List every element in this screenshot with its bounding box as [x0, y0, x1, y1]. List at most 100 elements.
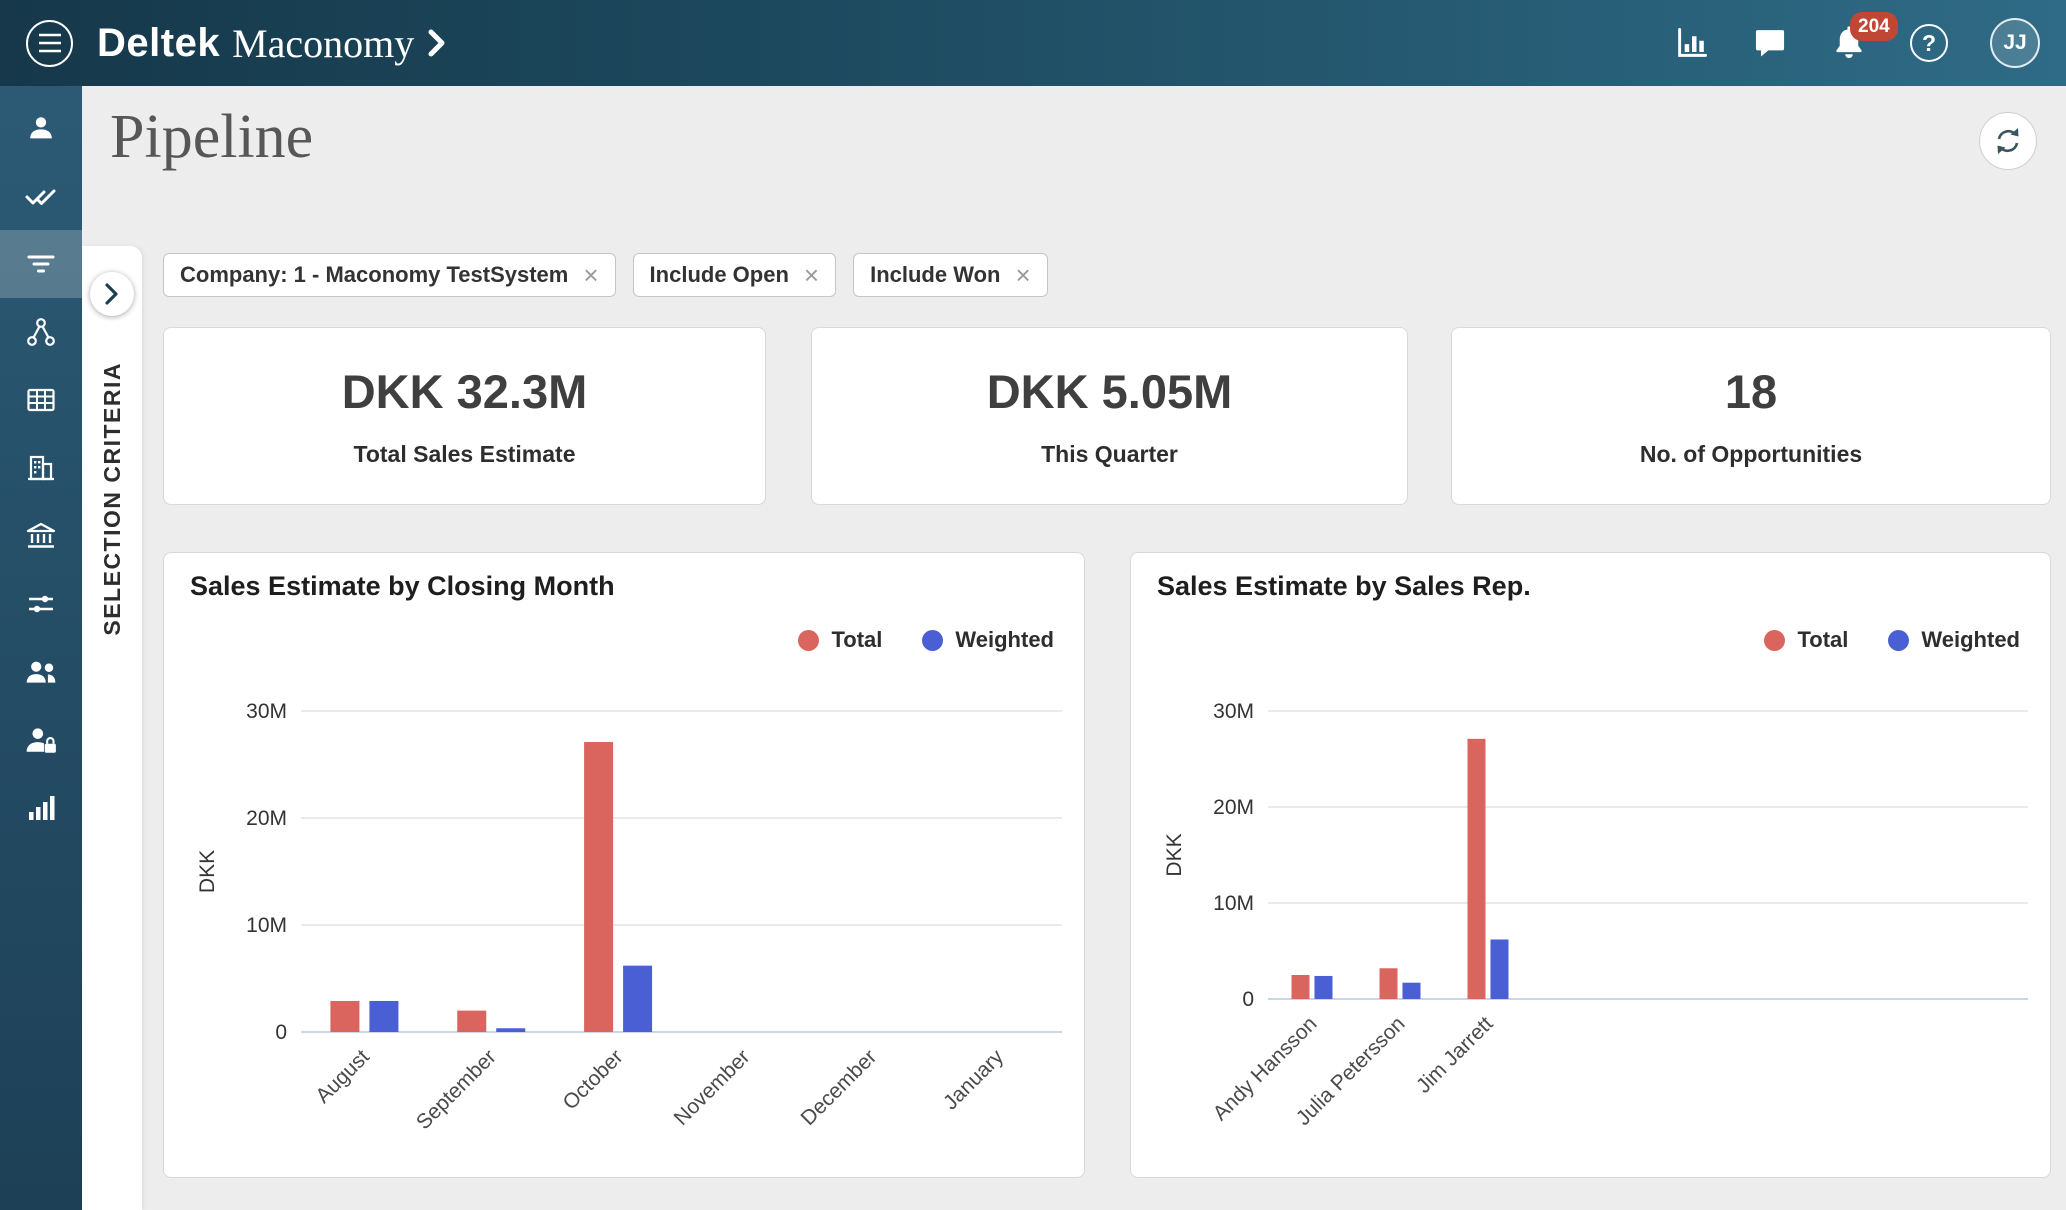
refresh-button[interactable]: [1979, 112, 2037, 170]
chip-close-icon[interactable]: ×: [804, 262, 819, 288]
filter-chip-include-open[interactable]: Include Open ×: [633, 253, 837, 297]
svg-text:January: January: [939, 1045, 1008, 1114]
brand-maconomy: Maconomy: [232, 20, 414, 67]
filter-chip-include-won[interactable]: Include Won ×: [853, 253, 1048, 297]
bar-chart-icon: [25, 792, 57, 824]
legend-label: Total: [831, 627, 882, 653]
svg-text:Jim Jarrett: Jim Jarrett: [1412, 1012, 1498, 1098]
kpi-value: DKK 5.05M: [987, 364, 1233, 419]
main-content: Pipeline SELECTION CRITERIA Company: 1 -…: [82, 86, 2066, 1210]
filter-chip-row: Company: 1 - Maconomy TestSystem × Inclu…: [163, 253, 1048, 297]
svg-text:August: August: [311, 1045, 374, 1108]
chip-close-icon[interactable]: ×: [1015, 262, 1030, 288]
svg-text:0: 0: [275, 1021, 287, 1044]
svg-text:DKK: DKK: [196, 850, 219, 893]
legend-label: Weighted: [955, 627, 1054, 653]
app-sidebar: [0, 86, 82, 1210]
topbar-actions: 204 ? JJ: [1674, 18, 2040, 68]
chart-legend: Total Weighted: [1764, 627, 2020, 653]
chip-close-icon[interactable]: ×: [583, 262, 598, 288]
filter-chip-company[interactable]: Company: 1 - Maconomy TestSystem ×: [163, 253, 616, 297]
sidebar-item-access[interactable]: [0, 706, 82, 774]
sidebar-item-reports[interactable]: [0, 774, 82, 842]
svg-text:10M: 10M: [246, 914, 287, 937]
selection-criteria-label: SELECTION CRITERIA: [99, 362, 126, 636]
legend-dot-total: [1764, 630, 1785, 651]
svg-text:October: October: [559, 1045, 628, 1114]
brand-deltek: Deltek: [97, 21, 220, 66]
kpi-label: No. of Opportunities: [1640, 441, 1862, 468]
sidebar-item-tasks[interactable]: [0, 162, 82, 230]
analytics-icon: [1674, 25, 1710, 61]
building-icon: [25, 452, 57, 484]
filter-chip-label: Include Won: [870, 262, 1000, 288]
legend-dot-weighted: [922, 630, 943, 651]
user-icon: [26, 113, 56, 143]
legend-label: Weighted: [1921, 627, 2020, 653]
closing-month-chart: DKK 0 10M 20M 30M August September October Novem…: [174, 663, 1074, 1169]
svg-text:20M: 20M: [1213, 796, 1254, 819]
hamburger-icon: [37, 32, 63, 54]
kpi-label: This Quarter: [1041, 441, 1178, 468]
svg-text:November: November: [670, 1045, 755, 1130]
chart-title: Sales Estimate by Closing Month: [190, 571, 615, 602]
chart-card-sales-rep: Sales Estimate by Sales Rep. Total Weigh…: [1130, 552, 2051, 1178]
kpi-card-total-sales-estimate: DKK 32.3M Total Sales Estimate: [163, 327, 766, 505]
user-lock-icon: [24, 723, 58, 757]
help-button[interactable]: ?: [1910, 24, 1948, 62]
filter-chip-label: Company: 1 - Maconomy TestSystem: [180, 262, 568, 288]
chat-icon: [1752, 25, 1788, 61]
sidebar-item-user[interactable]: [0, 94, 82, 162]
sidebar-item-table[interactable]: [0, 366, 82, 434]
avatar-initials: JJ: [2003, 31, 2026, 55]
svg-text:30M: 30M: [246, 700, 287, 723]
notifications-button[interactable]: 204: [1830, 24, 1868, 62]
sidebar-item-company[interactable]: [0, 434, 82, 502]
filter-chip-label: Include Open: [650, 262, 789, 288]
legend-dot-total: [798, 630, 819, 651]
brand-chevron-icon: [426, 26, 448, 60]
svg-text:September: September: [412, 1045, 501, 1134]
chart-title: Sales Estimate by Sales Rep.: [1157, 571, 1531, 602]
kpi-value: DKK 32.3M: [342, 364, 588, 419]
hierarchy-icon: [25, 316, 57, 348]
double-check-icon: [25, 180, 57, 212]
svg-text:10M: 10M: [1213, 892, 1254, 915]
refresh-icon: [1992, 125, 2024, 157]
bank-icon: [25, 520, 57, 552]
svg-text:0: 0: [1242, 988, 1254, 1011]
menu-button[interactable]: [26, 20, 73, 67]
sidebar-item-bank[interactable]: [0, 502, 82, 570]
selection-criteria-panel: SELECTION CRITERIA: [82, 246, 142, 1210]
legend-item-weighted[interactable]: Weighted: [922, 627, 1054, 653]
kpi-card-this-quarter: DKK 5.05M This Quarter: [811, 327, 1408, 505]
kpi-value: 18: [1725, 364, 1777, 419]
brand[interactable]: Deltek Maconomy: [97, 20, 448, 67]
svg-text:DKK: DKK: [1163, 833, 1186, 876]
svg-text:30M: 30M: [1213, 700, 1254, 723]
sidebar-item-people[interactable]: [0, 638, 82, 706]
notification-badge: 204: [1850, 12, 1898, 41]
expand-selection-criteria-button[interactable]: [90, 272, 134, 316]
people-icon: [24, 655, 58, 689]
chart-legend: Total Weighted: [798, 627, 1054, 653]
sales-rep-chart: DKK010M20M30MAndy HanssonJulia Petersson…: [1141, 663, 2040, 1169]
top-app-bar: Deltek Maconomy 204: [0, 0, 2066, 86]
user-avatar[interactable]: JJ: [1990, 18, 2040, 68]
table-icon: [25, 384, 57, 416]
legend-item-total[interactable]: Total: [1764, 627, 1848, 653]
messages-button[interactable]: [1752, 25, 1788, 61]
chart-card-closing-month: Sales Estimate by Closing Month Total We…: [163, 552, 1085, 1178]
sidebar-item-settings[interactable]: [0, 570, 82, 638]
svg-text:20M: 20M: [246, 807, 287, 830]
help-icon: ?: [1910, 24, 1948, 62]
svg-text:December: December: [797, 1045, 882, 1130]
legend-dot-weighted: [1888, 630, 1909, 651]
sidebar-item-filter[interactable]: [0, 230, 82, 298]
legend-label: Total: [1797, 627, 1848, 653]
kpi-card-no-of-opportunities: 18 No. of Opportunities: [1451, 327, 2051, 505]
legend-item-total[interactable]: Total: [798, 627, 882, 653]
analytics-button[interactable]: [1674, 25, 1710, 61]
legend-item-weighted[interactable]: Weighted: [1888, 627, 2020, 653]
sidebar-item-hierarchy[interactable]: [0, 298, 82, 366]
